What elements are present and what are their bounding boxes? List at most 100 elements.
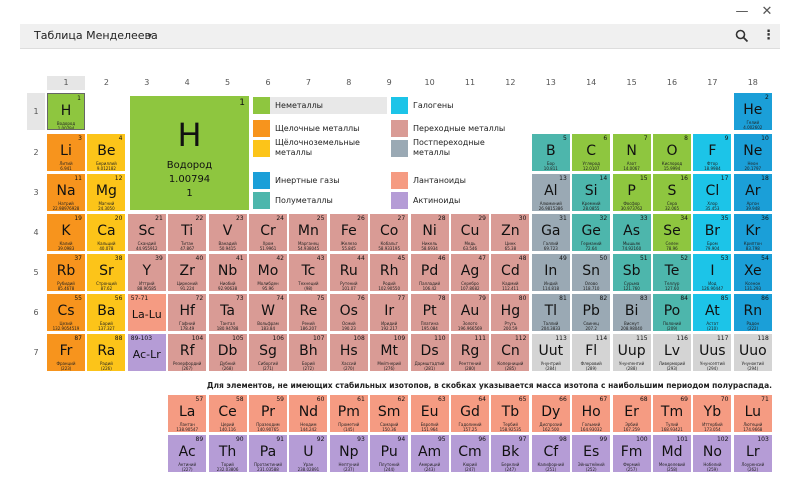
legend-item[interactable]: Инертные газы	[253, 172, 387, 189]
element-cell-Es[interactable]: 99 Es Эйнштейний (252)	[572, 435, 611, 472]
element-cell-Ca[interactable]: 20 Ca Кальций 40.078	[87, 214, 126, 251]
element-cell-Sr[interactable]: 38 Sr Стронций 87.62	[87, 254, 126, 291]
element-cell-La-Lu[interactable]: 57-71 La-Lu	[127, 294, 166, 331]
element-cell-Ba[interactable]: 56 Ba Барий 137.327	[87, 294, 126, 331]
element-cell-Tl[interactable]: 81 Tl Таллий 204.3833	[531, 294, 570, 331]
column-header-10[interactable]: 10	[411, 76, 449, 90]
element-cell-Cs[interactable]: 55 Cs Цезий 132.9054519	[47, 294, 85, 331]
element-cell-Mo[interactable]: 42 Mo Молибден 95.96	[249, 254, 287, 291]
element-cell-C[interactable]: 6 C Углерод 12.0107	[572, 134, 611, 171]
column-header-13[interactable]: 13	[532, 76, 570, 90]
element-cell-Re[interactable]: 75 Re Рений 186.207	[289, 294, 328, 331]
minimize-button[interactable]: —	[733, 3, 751, 21]
element-cell-Kr[interactable]: 36 Kr Криптон 83.798	[733, 214, 772, 251]
element-cell-H[interactable]: 1 H Водород 1.00794	[47, 93, 85, 130]
element-cell-F[interactable]: 9 F Фтор 18.9984	[693, 134, 732, 171]
element-cell-N[interactable]: 7 N Азот 14.0067	[612, 134, 651, 171]
element-cell-Uut[interactable]: 113 Uut Унунтрий (284)	[531, 334, 570, 371]
element-cell-Po[interactable]: 84 Po Полоний (209)	[653, 294, 691, 331]
element-cell-He[interactable]: 2 He Гелий 4.002602	[733, 93, 772, 130]
element-cell-Zn[interactable]: 30 Zn Цинк 65.38	[491, 214, 530, 251]
column-header-8[interactable]: 8	[330, 76, 368, 90]
column-header-4[interactable]: 4	[168, 76, 206, 90]
element-cell-Os[interactable]: 76 Os Осмий 190.23	[329, 294, 368, 331]
element-cell-Pb[interactable]: 82 Pb Свинец 207.2	[572, 294, 611, 331]
element-cell-Ne[interactable]: 10 Ne Неон 20.1797	[733, 134, 772, 171]
element-cell-Pd[interactable]: 46 Pd Палладий 106.42	[410, 254, 449, 291]
element-cell-Gd[interactable]: 64 Gd Гадолиний 157.25	[451, 395, 489, 432]
element-cell-Cf[interactable]: 98 Cf Калифорний (251)	[531, 435, 570, 472]
element-cell-Xe[interactable]: 54 Xe Ксенон 131.293	[733, 254, 772, 291]
element-cell-Am[interactable]: 95 Am Америций (243)	[410, 435, 449, 472]
element-cell-Cm[interactable]: 96 Cm Кюрий (247)	[451, 435, 489, 472]
element-cell-Tb[interactable]: 65 Tb Тербий 158.92535	[491, 395, 530, 432]
chevron-down-icon[interactable]: ▾	[148, 24, 152, 48]
row-header-4[interactable]: 4	[27, 214, 45, 251]
element-cell-Ga[interactable]: 31 Ga Галлий 69.723	[531, 214, 570, 251]
column-header-1[interactable]: 1	[47, 76, 85, 90]
element-cell-Fl[interactable]: 114 Fl Флеровий (289)	[572, 334, 611, 371]
element-cell-Cr[interactable]: 24 Cr Хром 51.9961	[249, 214, 287, 251]
column-header-7[interactable]: 7	[289, 76, 327, 90]
row-header-3[interactable]: 3	[27, 174, 45, 211]
more-vert-icon[interactable]: ⋮	[762, 27, 775, 45]
element-cell-Lu[interactable]: 71 Lu Лютеций 174.9668	[733, 395, 772, 432]
element-cell-Sc[interactable]: 21 Sc Скандий 44.955912	[127, 214, 166, 251]
element-cell-Sg[interactable]: 106 Sg Сиборгий (271)	[249, 334, 287, 371]
element-cell-Tc[interactable]: 43 Tc Технеций (98)	[289, 254, 328, 291]
element-cell-Uup[interactable]: 115 Uup Унунпентий (288)	[612, 334, 651, 371]
element-cell-Mg[interactable]: 12 Mg Магний 24.3050	[87, 174, 126, 211]
element-cell-Db[interactable]: 105 Db Дубний (268)	[208, 334, 247, 371]
element-cell-V[interactable]: 23 V Ванадий 50.9415	[208, 214, 247, 251]
element-cell-P[interactable]: 15 P Фосфор 30.973762	[612, 174, 651, 211]
element-cell-Nd[interactable]: 60 Nd Неодим 144.242	[289, 395, 328, 432]
element-cell-Ce[interactable]: 58 Ce Церий 140.116	[208, 395, 247, 432]
element-cell-Ge[interactable]: 32 Ge Германий 72.64	[572, 214, 611, 251]
element-cell-I[interactable]: 53 I Иод 126.90447	[693, 254, 732, 291]
element-cell-Tm[interactable]: 69 Tm Тулий 168.93421	[653, 395, 691, 432]
column-header-15[interactable]: 15	[613, 76, 651, 90]
element-cell-U[interactable]: 92 U Уран 238.02891	[289, 435, 328, 472]
element-cell-Lv[interactable]: 116 Lv Ливерморий (293)	[653, 334, 691, 371]
element-cell-Mt[interactable]: 109 Mt Мейтнерий (276)	[370, 334, 409, 371]
element-cell-Bi[interactable]: 83 Bi Висмут 208.98040	[612, 294, 651, 331]
element-cell-Dy[interactable]: 66 Dy Диспрозий 162.500	[531, 395, 570, 432]
row-header-1[interactable]: 1	[27, 93, 45, 130]
element-cell-Hs[interactable]: 108 Hs Хассий (270)	[329, 334, 368, 371]
element-cell-Sb[interactable]: 51 Sb Сурьма 121.760	[612, 254, 651, 291]
element-cell-Rb[interactable]: 37 Rb Рубидий 85.4678	[47, 254, 85, 291]
element-cell-Y[interactable]: 39 Y Иттрий 88.90585	[127, 254, 166, 291]
column-header-16[interactable]: 16	[653, 76, 691, 90]
element-cell-Pt[interactable]: 78 Pt Платина 195.084	[410, 294, 449, 331]
element-cell-Rf[interactable]: 104 Rf Резерфордий (267)	[168, 334, 207, 371]
row-header-7[interactable]: 7	[27, 334, 45, 371]
element-cell-At[interactable]: 85 At Астат (210)	[693, 294, 732, 331]
element-cell-Pa[interactable]: 91 Pa Протактиний 231.03588	[249, 435, 287, 472]
element-cell-Cd[interactable]: 48 Cd Кадмий 112.411	[491, 254, 530, 291]
element-cell-Uus[interactable]: 117 Uus Унунсептий (294)	[693, 334, 732, 371]
element-cell-Bh[interactable]: 107 Bh Борий (272)	[289, 334, 328, 371]
legend-item[interactable]: Полуметаллы	[253, 192, 387, 209]
element-cell-La[interactable]: 57 La Лантан 138.90547	[168, 395, 207, 432]
column-header-5[interactable]: 5	[209, 76, 247, 90]
element-cell-S[interactable]: 16 S Сера 32.065	[653, 174, 691, 211]
close-button[interactable]: ✕	[758, 3, 776, 21]
element-cell-Lr[interactable]: 103 Lr Лоуренсий (262)	[733, 435, 772, 472]
column-header-9[interactable]: 9	[370, 76, 408, 90]
element-cell-Ta[interactable]: 73 Ta Тантал 180.94788	[208, 294, 247, 331]
row-header-5[interactable]: 5	[27, 254, 45, 291]
element-cell-Cl[interactable]: 17 Cl Хлор 35.453	[693, 174, 732, 211]
element-cell-Yb[interactable]: 70 Yb Иттербий 173.054	[693, 395, 732, 432]
element-cell-Ac-Lr[interactable]: 89-103 Ac-Lr	[127, 334, 166, 371]
element-cell-Rg[interactable]: 111 Rg Рентгений (280)	[451, 334, 489, 371]
column-header-2[interactable]: 2	[87, 76, 125, 90]
column-header-18[interactable]: 18	[734, 76, 772, 90]
element-cell-Ar[interactable]: 18 Ar Аргон 39.948	[733, 174, 772, 211]
element-cell-Sn[interactable]: 50 Sn Олово 118.710	[572, 254, 611, 291]
element-cell-In[interactable]: 49 In Индий 114.818	[531, 254, 570, 291]
element-cell-Fr[interactable]: 87 Fr Франций (223)	[47, 334, 85, 371]
element-cell-Zr[interactable]: 40 Zr Цирконий 91.224	[168, 254, 207, 291]
element-cell-Fe[interactable]: 26 Fe Железо 55.845	[329, 214, 368, 251]
element-cell-Er[interactable]: 68 Er Эрбий 167.259	[612, 395, 651, 432]
element-cell-Ag[interactable]: 47 Ag Серебро 107.8682	[451, 254, 489, 291]
